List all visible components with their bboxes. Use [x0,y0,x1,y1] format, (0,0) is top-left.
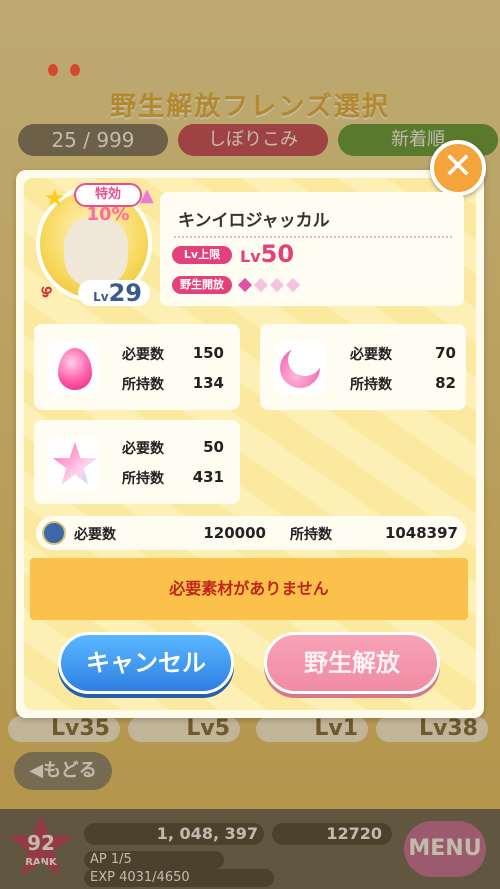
have-label: 所持数 [350,377,392,393]
coin-cost-row: 必要数 120000 所持数 1048397 [36,516,466,550]
arrow-up-icon: ▲ [140,185,154,206]
need-value: 50 [203,438,224,456]
have-value: 82 [435,374,456,392]
friend-eye-right [70,64,80,76]
progress-diamond [269,277,285,293]
coin-have-value: 1048397 [384,524,458,542]
rainbow-star-icon [48,438,100,490]
have-value: 431 [192,468,224,486]
friend-face [64,218,128,288]
friend-eye-left [48,64,58,76]
coin-have-label: 所持数 [290,527,332,543]
cancel-button[interactable]: キャンセル [58,632,234,694]
progress-diamond [237,277,253,293]
need-label: 必要数 [122,347,164,363]
divider [174,236,452,238]
close-icon: ✕ [442,146,474,187]
tokkou-badge: 特効10% [74,183,142,225]
progress-diamond [253,277,269,293]
need-label: 必要数 [350,347,392,363]
pink-crescent-icon [274,342,326,394]
material-card: 必要数 70 所持数 82 [260,324,466,410]
close-button[interactable]: ✕ [430,140,486,196]
progress-diamond [285,277,301,293]
material-card: 必要数 50 所持数 431 [34,420,240,504]
have-label: 所持数 [122,471,164,487]
coin-need-value: 120000 [203,524,266,542]
have-value: 134 [192,374,224,392]
need-value: 70 [435,344,456,362]
friend-name: キンイロジャッカル [178,211,330,231]
friend-level: Lv29 [78,280,150,306]
coin-need-label: 必要数 [74,527,116,543]
material-card: 必要数 150 所持数 134 [34,324,240,410]
pink-drop-icon [48,342,100,394]
wild-release-button[interactable]: 野生解放 [264,632,440,694]
warning-message: 必要素材がありません [30,558,468,620]
lv-cap-value: Lv50 [240,240,295,268]
have-label: 所持数 [122,377,164,393]
lv-cap-tag: Lv上限 [172,246,232,264]
wild-release-progress [237,274,301,293]
coin-icon [42,521,66,545]
star-icon: ★ [44,184,66,212]
need-value: 150 [192,344,224,362]
wild-release-tag: 野生開放 [172,276,232,294]
friend-info-card: キンイロジャッカル Lv上限 Lv50 野生開放 [160,192,464,306]
need-label: 必要数 [122,441,164,457]
attribute-icon: ഴ [40,281,52,302]
